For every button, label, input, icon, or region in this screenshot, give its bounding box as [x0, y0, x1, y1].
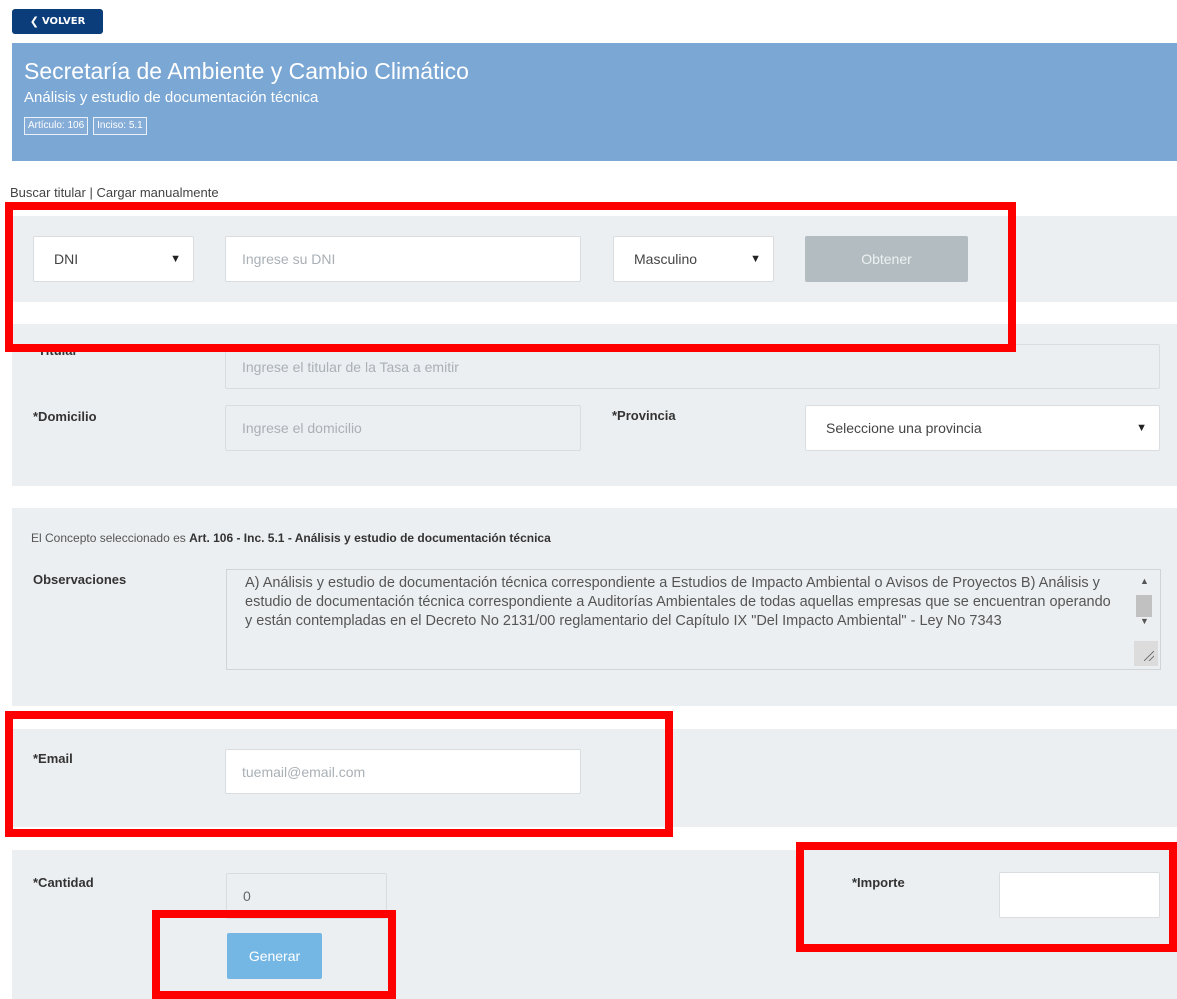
concepto-text: El Concepto seleccionado es Art. 106 - I… — [31, 531, 551, 545]
domicilio-label: *Domicilio — [33, 409, 97, 424]
email-placeholder: tuemail@email.com — [242, 763, 366, 780]
provincia-select[interactable]: Seleccione una provincia ▼ — [805, 405, 1160, 451]
cantidad-value: 0 — [243, 888, 251, 904]
importe-input[interactable] — [999, 872, 1160, 918]
caret-down-icon: ▼ — [170, 253, 181, 265]
observaciones-label: Observaciones — [33, 572, 127, 587]
chevron-left-icon: ❮ — [29, 15, 39, 28]
search-mode-links: Buscar titular | Cargar manualmente — [10, 185, 219, 200]
email-panel — [12, 729, 1177, 827]
observaciones-scrollbar[interactable]: ▲ ▼ — [1134, 572, 1158, 666]
page-header: Secretaría de Ambiente y Cambio Climátic… — [12, 43, 1177, 161]
caret-down-icon: ▼ — [1136, 422, 1147, 434]
domicilio-input[interactable]: Ingrese el domicilio — [225, 405, 581, 451]
observaciones-textarea[interactable]: A) Análisis y estudio de documentación t… — [226, 569, 1161, 670]
titular-input[interactable]: Ingrese el titular de la Tasa a emitir — [225, 344, 1160, 389]
titular-placeholder: Ingrese el titular de la Tasa a emitir — [242, 358, 459, 375]
cantidad-input[interactable]: 0 — [226, 873, 387, 919]
caret-down-icon: ▼ — [750, 253, 761, 265]
concepto-prefix: El Concepto seleccionado es — [31, 531, 190, 545]
provincia-label: *Provincia — [612, 408, 676, 423]
scroll-down-icon[interactable]: ▼ — [1140, 616, 1149, 626]
importe-label: *Importe — [852, 875, 905, 890]
doc-type-value: DNI — [54, 251, 79, 267]
header-tags: Artículo: 106 Inciso: 5.1 — [24, 117, 1165, 135]
titular-label: *Titular — [33, 343, 78, 358]
domicilio-placeholder: Ingrese el domicilio — [242, 420, 362, 436]
dni-placeholder: Ingrese su DNI — [242, 251, 336, 267]
gender-value: Masculino — [634, 251, 698, 267]
back-button[interactable]: ❮ VOLVER — [12, 9, 103, 34]
buscar-titular-link[interactable]: Buscar titular — [10, 185, 86, 200]
email-label: *Email — [33, 751, 73, 766]
back-button-label: VOLVER — [41, 16, 86, 27]
cargar-manualmente-link[interactable]: Cargar manualmente — [96, 185, 218, 200]
scroll-thumb[interactable] — [1136, 595, 1152, 617]
gender-select[interactable]: Masculino ▼ — [613, 236, 774, 282]
provincia-value: Seleccione una provincia — [826, 420, 982, 436]
page-subtitle: Análisis y estudio de documentación técn… — [24, 89, 319, 106]
cantidad-label: *Cantidad — [33, 875, 94, 890]
resize-grip-icon[interactable] — [1134, 641, 1158, 666]
dni-input[interactable]: Ingrese su DNI — [225, 236, 581, 282]
page-title: Secretaría de Ambiente y Cambio Climátic… — [24, 58, 469, 84]
obtener-button[interactable]: Obtener — [805, 236, 968, 282]
generar-button[interactable]: Generar — [227, 933, 322, 979]
tag-articulo: Artículo: 106 — [24, 117, 89, 135]
email-input[interactable]: tuemail@email.com — [225, 749, 581, 794]
doc-type-select[interactable]: DNI ▼ — [33, 236, 194, 282]
scroll-up-icon[interactable]: ▲ — [1140, 576, 1149, 586]
tag-inciso: Inciso: 5.1 — [93, 117, 147, 135]
link-separator: | — [85, 185, 97, 200]
concepto-value: Art. 106 - Inc. 5.1 - Análisis y estudio… — [189, 531, 551, 545]
